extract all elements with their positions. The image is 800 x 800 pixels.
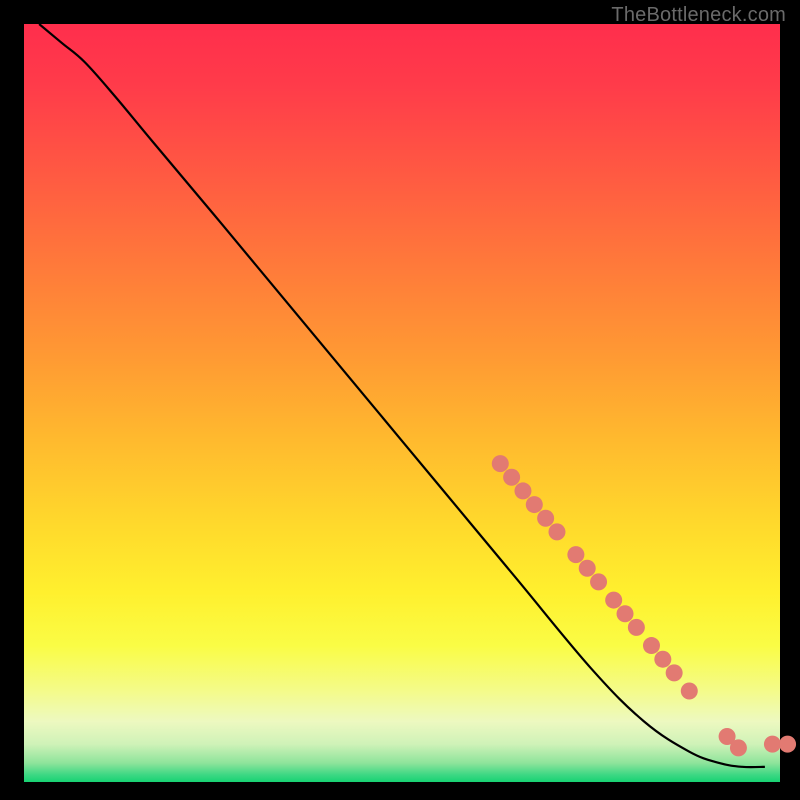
watermark-text: TheBottleneck.com xyxy=(611,4,786,27)
plot-background xyxy=(24,24,780,782)
data-point xyxy=(654,651,671,668)
data-point xyxy=(590,573,607,590)
data-point xyxy=(567,546,584,563)
data-point xyxy=(681,683,698,700)
data-point xyxy=(617,605,634,622)
data-point xyxy=(537,510,554,527)
data-point xyxy=(643,637,660,654)
data-point xyxy=(666,664,683,681)
data-point xyxy=(526,496,543,513)
data-point xyxy=(514,482,531,499)
bottleneck-chart xyxy=(0,0,800,800)
data-point xyxy=(764,736,781,753)
data-point xyxy=(730,739,747,756)
data-point xyxy=(779,736,796,753)
data-point xyxy=(628,619,645,636)
data-point xyxy=(503,469,520,486)
data-point xyxy=(605,592,622,609)
data-point xyxy=(579,560,596,577)
chart-frame: TheBottleneck.com xyxy=(0,0,800,800)
data-point xyxy=(492,455,509,472)
data-point xyxy=(548,523,565,540)
